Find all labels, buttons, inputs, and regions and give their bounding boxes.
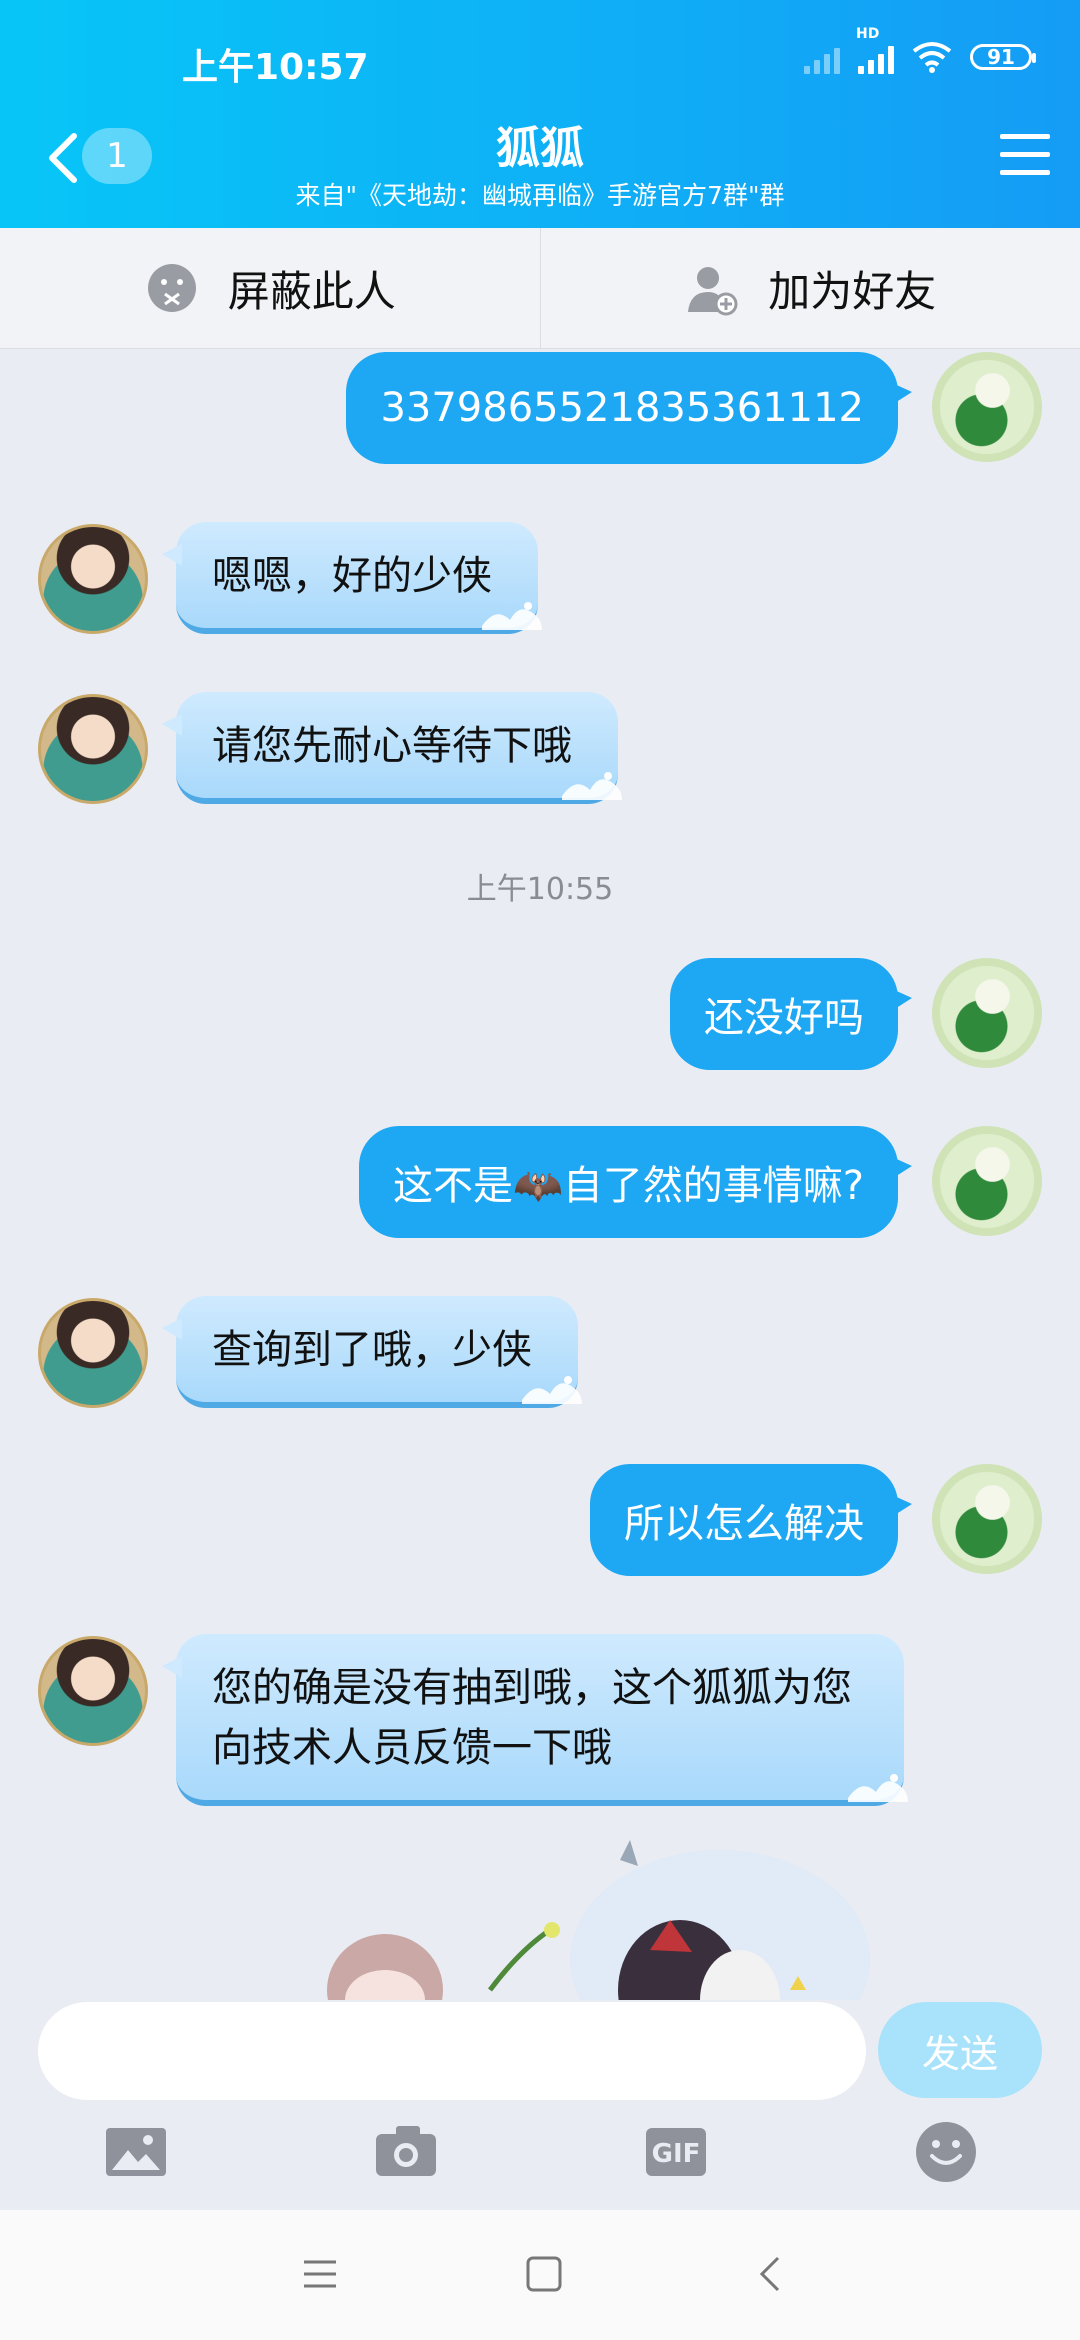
action-bar: 屏蔽此人 加为好友 (0, 228, 1080, 349)
avatar[interactable] (932, 1126, 1042, 1236)
avatar[interactable] (932, 1464, 1042, 1574)
battery-icon: 91 (970, 44, 1036, 70)
message-text: 查询到了哦，少侠 (212, 1327, 532, 1373)
send-button[interactable]: 发送 (878, 2002, 1042, 2098)
message-bubble[interactable]: 所以怎么解决 (590, 1464, 912, 1576)
chat-title: 狐狐 (496, 123, 584, 174)
status-time: 上午10:57 (182, 47, 369, 88)
message-text: 请您先耐心等待下哦 (212, 723, 572, 769)
message-timestamp: 上午10:55 (466, 872, 614, 907)
system-nav-bar (0, 2210, 1080, 2340)
message-bubble[interactable]: 还没好吗 (670, 958, 912, 1070)
message-input[interactable] (38, 2002, 866, 2100)
avatar[interactable] (932, 958, 1042, 1068)
add-friend-icon (688, 267, 738, 316)
wifi-icon (912, 42, 952, 73)
back-nav-icon[interactable] (750, 2252, 794, 2296)
gif-icon[interactable]: GIF (644, 2120, 708, 2184)
emoji-icon[interactable] (914, 2120, 978, 2184)
avatar[interactable] (38, 1298, 148, 1408)
avatar[interactable] (38, 1636, 148, 1746)
message-bubble[interactable]: 您的确是没有抽到哦，这个狐狐为您向技术人员反馈一下哦 (162, 1634, 908, 1806)
message-bubble[interactable]: 查询到了哦，少侠 (162, 1296, 582, 1408)
signal-icon (804, 40, 840, 74)
block-icon (147, 264, 196, 312)
wave-icon (482, 602, 542, 630)
sticker-image[interactable] (320, 1840, 900, 2000)
menu-icon[interactable] (1000, 134, 1050, 178)
chat-header: 上午10:57 HD 91 1 狐狐 来自"《天地劫：幽城再临》手游官方7群"群 (0, 0, 1080, 228)
svg-text:GIF: GIF (652, 2139, 701, 2169)
message-text: 嗯嗯，好的少侠 (212, 553, 492, 599)
avatar[interactable] (38, 524, 148, 634)
wave-icon (848, 1774, 908, 1802)
add-friend-button[interactable]: 加为好友 (539, 228, 1080, 348)
home-nav-icon[interactable] (522, 2252, 566, 2296)
image-icon[interactable] (104, 2120, 168, 2184)
add-friend-label: 加为好友 (768, 266, 937, 316)
avatar[interactable] (932, 352, 1042, 462)
hd-signal-icon: HD (856, 26, 894, 74)
block-user-button[interactable]: 屏蔽此人 (0, 228, 540, 348)
avatar[interactable] (38, 694, 148, 804)
chat-subtitle: 来自"《天地劫：幽城再临》手游官方7群"群 (295, 181, 785, 210)
status-icons: HD 91 (804, 26, 1036, 74)
message-bubble[interactable]: 3379865521835361112 (346, 352, 912, 464)
menu-nav-icon[interactable] (298, 2252, 342, 2296)
message-text: 您的确是没有抽到哦，这个狐狐为您向技术人员反馈一下哦 (212, 1665, 852, 1771)
message-bubble[interactable]: 请您先耐心等待下哦 (162, 692, 622, 804)
block-user-label: 屏蔽此人 (227, 266, 396, 316)
message-bubble[interactable]: 这不是🦇自了然的事情嘛? (358, 1126, 913, 1238)
message-bubble[interactable]: 嗯嗯，好的少侠 (162, 522, 542, 634)
composer-toolbar: GIF (0, 2120, 1080, 2200)
wave-icon (522, 1376, 582, 1404)
camera-icon[interactable] (374, 2120, 438, 2184)
wave-icon (562, 772, 622, 800)
